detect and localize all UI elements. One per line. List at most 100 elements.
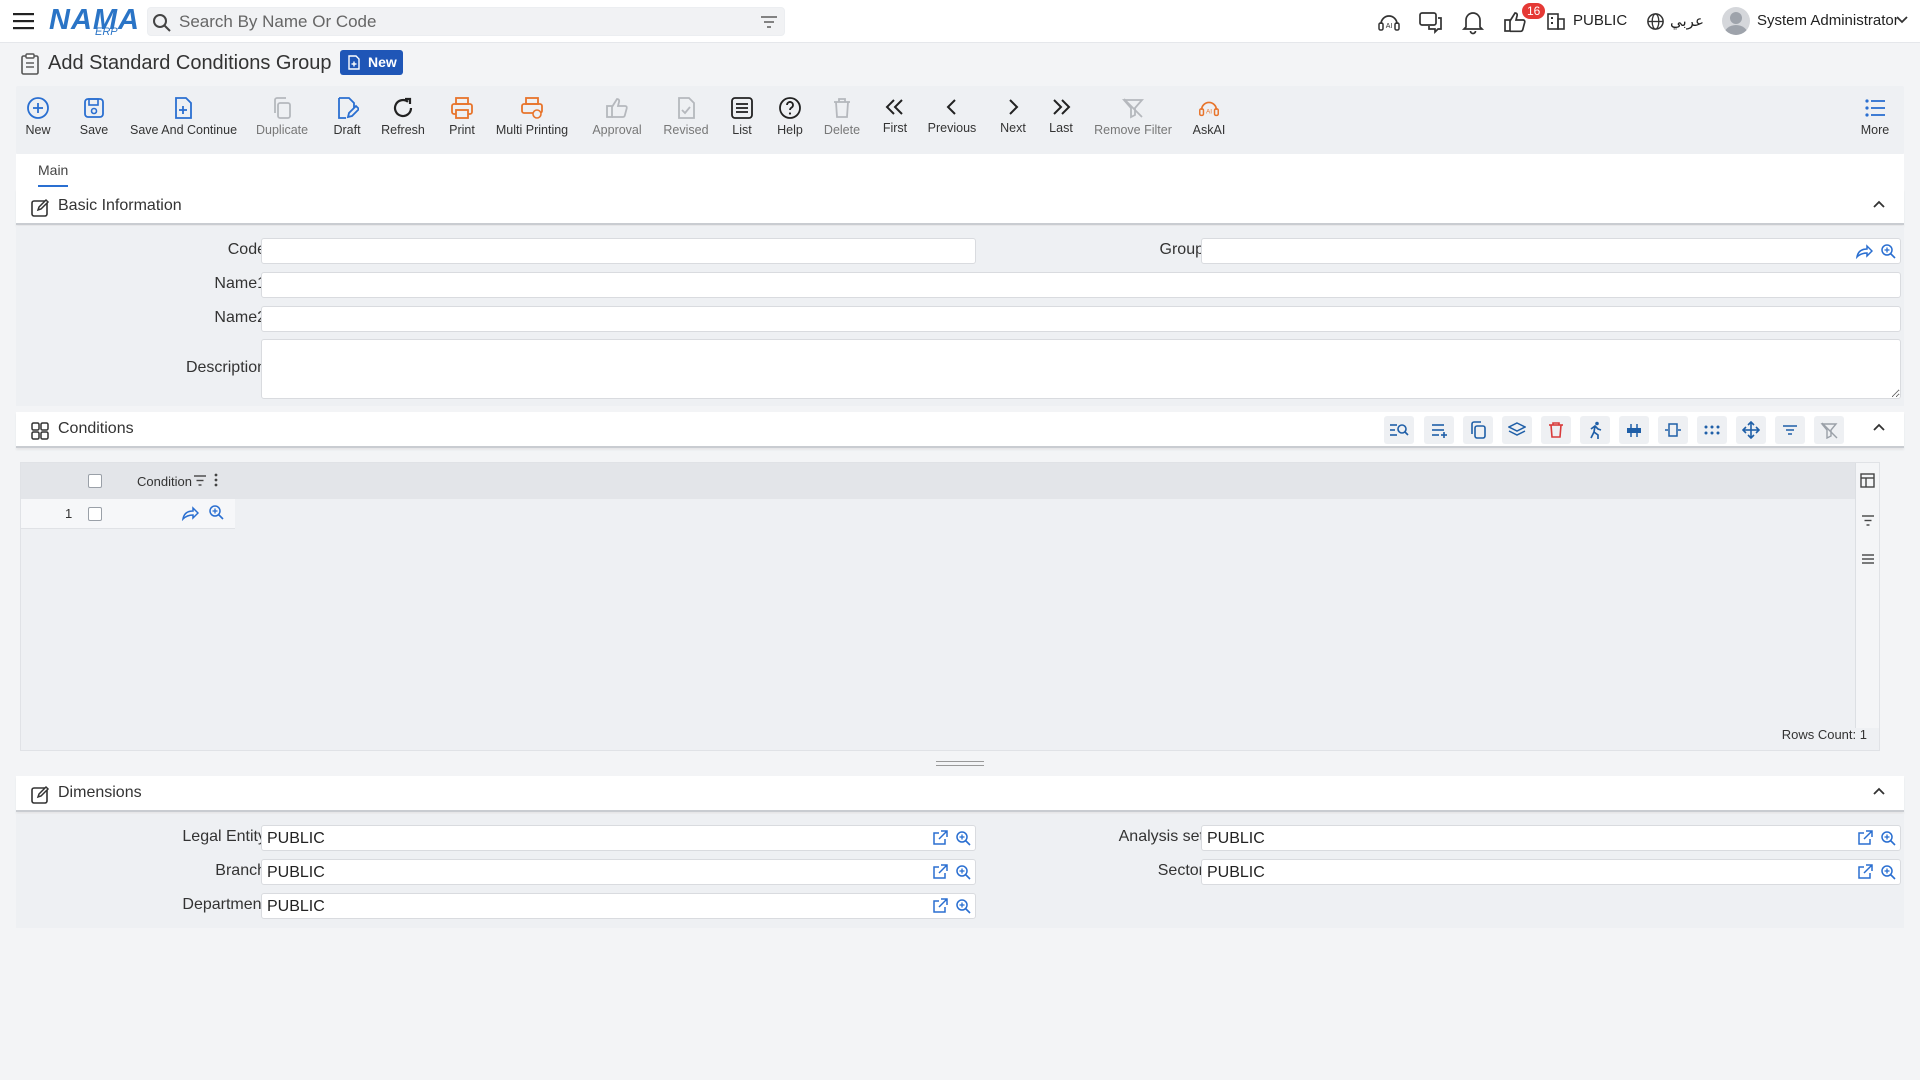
language-switch[interactable]: عربي — [1670, 12, 1704, 30]
lookup-search-icon[interactable] — [955, 898, 971, 914]
external-link-icon[interactable] — [932, 898, 948, 914]
grid-delete-button[interactable] — [1541, 416, 1571, 444]
askai-button[interactable]: AI AskAI — [1192, 96, 1226, 152]
grid-filter-button[interactable] — [1775, 416, 1805, 444]
revised-button[interactable]: Revised — [661, 96, 711, 152]
external-link-icon[interactable] — [1857, 864, 1873, 880]
group-field[interactable] — [1201, 238, 1901, 264]
search-input[interactable] — [179, 11, 739, 33]
name1-field[interactable] — [261, 272, 1901, 298]
column-header-condition[interactable]: Condition — [137, 474, 192, 489]
analysis-set-field[interactable]: PUBLIC — [1201, 825, 1901, 851]
external-link-icon[interactable] — [932, 864, 948, 880]
print-button[interactable]: Print — [446, 96, 478, 152]
name2-field[interactable] — [261, 306, 1901, 332]
save-button[interactable]: Save — [78, 96, 110, 152]
chevron-up-icon[interactable] — [1872, 199, 1886, 209]
grid-run-button[interactable] — [1580, 416, 1610, 444]
dimensions-panel: Legal Entity PUBLIC Analysis set PUBLIC … — [16, 814, 1904, 928]
lookup-search-icon[interactable] — [1880, 864, 1896, 880]
basic-information-header[interactable]: Basic Information — [16, 189, 1904, 225]
resize-handle[interactable] — [936, 761, 984, 766]
status-badge-label: New — [368, 54, 397, 70]
first-button-label: First — [882, 121, 908, 135]
refresh-button[interactable]: Refresh — [380, 96, 426, 152]
ai-assistant-icon[interactable]: AI — [1376, 9, 1402, 35]
draft-button[interactable]: Draft — [330, 96, 364, 152]
list-search-icon — [1390, 424, 1409, 436]
chat-icon[interactable] — [1418, 9, 1444, 35]
delete-button-label: Delete — [823, 123, 861, 137]
grid-copy-button[interactable] — [1463, 416, 1493, 444]
description-field[interactable] — [261, 339, 1901, 399]
lookup-search-icon[interactable] — [208, 504, 224, 520]
chevron-down-icon[interactable] — [1895, 15, 1909, 41]
menu-icon[interactable] — [12, 11, 36, 31]
grid-clear-filter-button[interactable] — [1814, 416, 1844, 444]
help-button[interactable]: Help — [774, 96, 806, 152]
user-name[interactable]: System Administrator — [1757, 12, 1899, 29]
svg-text:AI: AI — [1206, 109, 1212, 116]
legal-entity-field[interactable]: PUBLIC — [261, 825, 976, 851]
list-button[interactable]: List — [728, 96, 756, 152]
plus-circle-icon — [27, 97, 49, 119]
rows-count-label: Rows Count: — [1781, 727, 1857, 742]
remove-filter-button[interactable]: Remove Filter — [1094, 96, 1172, 152]
company-icon[interactable] — [1546, 11, 1568, 37]
lookup-search-icon[interactable] — [955, 864, 971, 880]
table-row[interactable]: 1 — [21, 499, 235, 529]
tab-main[interactable]: Main — [38, 162, 69, 187]
column-menu-icon[interactable] — [214, 473, 218, 487]
grid-fit-button[interactable] — [1658, 416, 1688, 444]
new-button[interactable]: New — [24, 96, 52, 152]
more-button[interactable]: More — [1858, 96, 1892, 152]
columns-icon — [1627, 424, 1641, 437]
duplicate-button[interactable]: Duplicate — [256, 96, 308, 152]
search-icon[interactable] — [152, 13, 172, 33]
bell-icon[interactable] — [1460, 9, 1486, 35]
menu-lines-icon[interactable] — [1861, 553, 1875, 565]
globe-icon[interactable] — [1646, 12, 1666, 38]
multi-printing-button[interactable]: Multi Printing — [494, 96, 570, 152]
delete-button[interactable]: Delete — [822, 96, 862, 152]
share-icon[interactable] — [181, 505, 199, 521]
row-checkbox[interactable] — [88, 507, 102, 521]
external-link-icon[interactable] — [932, 830, 948, 846]
previous-button[interactable]: Previous — [926, 96, 978, 152]
code-field[interactable] — [261, 238, 976, 264]
grid-layers-button[interactable] — [1502, 416, 1532, 444]
svg-text:AI: AI — [1386, 23, 1393, 30]
app-logo[interactable]: NAMA ERP — [49, 4, 139, 38]
last-button[interactable]: Last — [1046, 96, 1076, 152]
filter-icon[interactable] — [1861, 514, 1875, 527]
chevron-up-icon[interactable] — [1872, 786, 1886, 796]
grid-add-row-button[interactable] — [1424, 416, 1454, 444]
branch-field[interactable]: PUBLIC — [261, 859, 976, 885]
chevron-up-icon[interactable] — [1872, 422, 1886, 432]
sector-field[interactable]: PUBLIC — [1201, 859, 1901, 885]
avatar[interactable] — [1722, 7, 1750, 35]
share-icon[interactable] — [1855, 243, 1873, 259]
approval-button[interactable]: Approval — [590, 96, 644, 152]
column-filter-icon[interactable] — [193, 474, 207, 487]
first-button[interactable]: First — [880, 96, 910, 152]
file-check-icon — [678, 97, 695, 119]
more-list-icon — [1865, 99, 1885, 117]
previous-button-label: Previous — [927, 121, 977, 135]
lookup-search-icon[interactable] — [1880, 243, 1896, 259]
select-all-checkbox[interactable] — [88, 474, 102, 488]
external-link-icon[interactable] — [1857, 830, 1873, 846]
filter-icon[interactable] — [760, 14, 778, 30]
lookup-search-icon[interactable] — [1880, 830, 1896, 846]
save-and-continue-button[interactable]: Save And Continue — [130, 96, 237, 152]
next-button[interactable]: Next — [998, 96, 1028, 152]
lookup-search-icon[interactable] — [955, 830, 971, 846]
dimensions-header[interactable]: Dimensions — [16, 776, 1904, 812]
department-field[interactable]: PUBLIC — [261, 893, 976, 919]
grid-columns-button[interactable] — [1619, 416, 1649, 444]
grid-search-button[interactable] — [1384, 416, 1414, 444]
company-name[interactable]: PUBLIC — [1573, 12, 1627, 29]
grid-move-button[interactable] — [1736, 416, 1766, 444]
table-settings-icon[interactable] — [1860, 473, 1875, 488]
grid-dots-button[interactable] — [1697, 416, 1727, 444]
